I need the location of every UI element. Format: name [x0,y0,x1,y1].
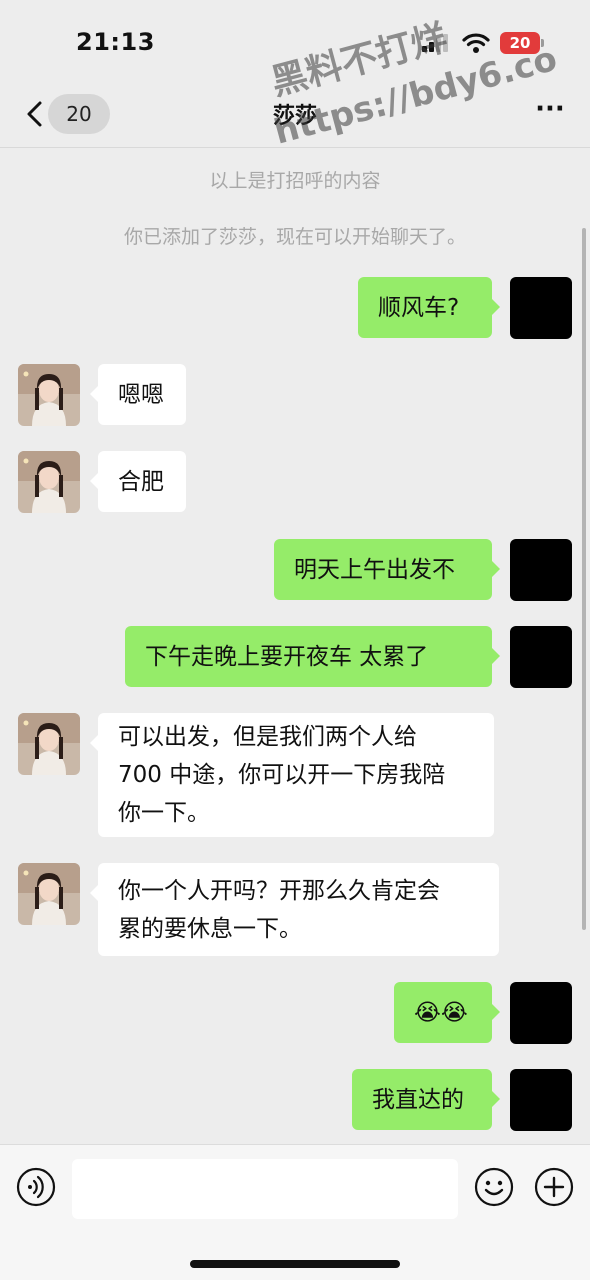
self-avatar[interactable] [510,539,572,601]
greeting-hint: 以上是打招呼的内容 [209,170,381,192]
contact-avatar[interactable] [18,364,80,426]
contact-avatar[interactable] [18,451,80,513]
signal-icon [422,34,448,52]
battery-tip [541,39,544,47]
outgoing-message[interactable]: 😭😭 [394,982,500,1043]
voice-icon[interactable] [16,1167,56,1207]
outgoing-message[interactable]: 我直达的 [352,1069,500,1130]
outgoing-message[interactable]: 下午走晚上要开夜车 太累了 [125,626,500,687]
home-indicator[interactable] [190,1260,400,1268]
incoming-message[interactable]: 可以出发，但是我们两个人给 700 中途，你可以开一下房我陪 你一下。 [90,713,494,837]
battery-icon: 20 [500,32,540,54]
contact-avatar[interactable] [18,863,80,925]
self-avatar[interactable] [510,982,572,1044]
chat-screen: 21:13 20 20 莎莎 ··· 以上是打招呼的内容 你已添加了莎莎，现在可… [0,0,590,1280]
emoji-icon[interactable] [474,1167,514,1207]
header-divider [0,147,590,148]
outgoing-message[interactable]: 顺风车? [358,277,500,338]
self-avatar[interactable] [510,1069,572,1131]
added-notice: 你已添加了莎莎，现在可以开始聊天了。 [123,226,466,248]
status-bar: 21:13 20 [0,0,590,80]
incoming-message[interactable]: 合肥 [90,451,186,512]
status-time: 21:13 [76,28,155,56]
outgoing-message[interactable]: 明天上午出发不 [274,539,500,600]
more-options-button[interactable]: ··· [530,96,570,122]
chat-header: 20 莎莎 ··· [0,80,590,148]
incoming-message[interactable]: 嗯嗯 [90,364,186,425]
self-avatar[interactable] [510,626,572,688]
contact-avatar[interactable] [18,713,80,775]
message-input[interactable] [72,1159,458,1219]
plus-icon[interactable] [534,1167,574,1207]
incoming-message[interactable]: 你一个人开吗？开那么久肯定会 累的要休息一下。 [90,863,499,956]
wifi-icon [462,33,490,53]
self-avatar[interactable] [510,277,572,339]
scrollbar[interactable] [582,228,586,930]
page-title: 莎莎 [272,104,317,129]
